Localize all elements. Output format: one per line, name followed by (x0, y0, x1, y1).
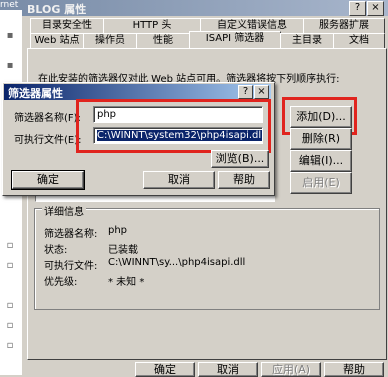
help-icon[interactable]: ? (349, 1, 366, 16)
enable-filter-button[interactable]: 启用(E) (290, 172, 352, 194)
detail-status-label: 状态: (44, 245, 68, 256)
detail-exe-label: 可执行文件: (44, 261, 98, 272)
highlight-modal-fields (76, 99, 271, 153)
help-icon[interactable]: ? (238, 85, 253, 99)
tab-directory-security[interactable]: 目录安全性 (30, 18, 104, 33)
tree-item-icon: ▫ (6, 300, 14, 311)
tree-item-icon: ▫ (6, 260, 14, 271)
properties-dialog-title: BLOG 属性 (27, 3, 87, 16)
detail-status-value: 已装载 (108, 245, 138, 256)
edit-filter-button[interactable]: 编辑(I)... (290, 150, 352, 172)
browse-button[interactable]: 浏览(B)... (211, 150, 269, 168)
tab-isapi-filters[interactable]: ISAPI 筛选器 (189, 31, 281, 48)
details-group-label: 详细信息 (42, 203, 86, 218)
detail-priority-label: 优先级: (44, 277, 78, 288)
detail-name-value: php (108, 225, 128, 236)
tree-item-icon: ▫ (6, 240, 14, 251)
tab-home-directory[interactable]: 主目录 (280, 33, 334, 48)
close-icon[interactable]: × (367, 1, 384, 16)
tree-folder-icon: ▪ (6, 30, 14, 41)
detail-name-label: 筛选器名称: (44, 229, 98, 240)
tab-http-headers[interactable]: HTTP 头 (103, 18, 201, 33)
tab-documents[interactable]: 文档 (333, 33, 385, 48)
tree-folder-icon: ▪ (6, 60, 14, 71)
background-window-title: rnet (0, 0, 19, 10)
remove-filter-button[interactable]: 删除(R) (290, 128, 352, 150)
tree-item-icon: ▫ (6, 340, 14, 351)
tab-server-extensions[interactable]: 服务器扩展 (303, 18, 385, 33)
filter-properties-title: 筛选器属性 (8, 87, 63, 100)
tab-operators[interactable]: 操作员 (83, 33, 137, 48)
tree-item-icon: ▫ (6, 320, 14, 331)
modal-ok-button[interactable]: 确定 (11, 170, 85, 190)
modal-help-button[interactable]: 帮助 (218, 171, 270, 189)
detail-priority-value: * 未知 * (108, 277, 145, 288)
detail-exe-value: C:\WINNT\sy...\php4isapi.dll (108, 257, 246, 268)
filter-name-label: 筛选器名称(F): (14, 113, 81, 124)
exe-label: 可执行文件(E): (14, 135, 82, 146)
tab-web-site[interactable]: Web 站点 (30, 33, 84, 48)
close-icon[interactable]: × (254, 85, 269, 99)
modal-cancel-button[interactable]: 取消 (143, 171, 215, 189)
tab-performance[interactable]: 性能 (136, 33, 190, 48)
